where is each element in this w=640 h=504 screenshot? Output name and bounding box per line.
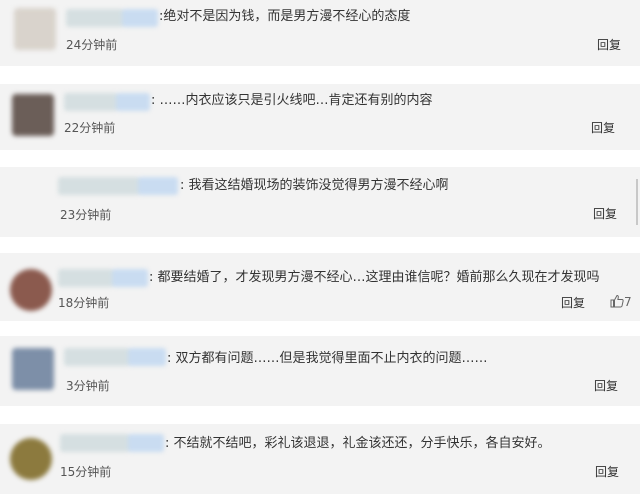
comment-card: : 不结就不结吧，彩礼该退退，礼金该还还，分手快乐，各自安好。 15分钟前 回复 — [0, 424, 640, 494]
username-blurred[interactable] — [60, 434, 164, 452]
reply-button[interactable]: 回复 — [561, 295, 585, 311]
like-count: 7 — [624, 295, 632, 309]
avatar[interactable] — [12, 348, 54, 390]
avatar[interactable] — [14, 8, 56, 50]
comment-card: : ……内衣应该只是引火线吧…肯定还有别的内容 22分钟前 回复 — [0, 84, 640, 150]
comment-text: : 我看这结婚现场的装饰没觉得男方漫不经心啊 — [180, 178, 449, 193]
comment-card: : 双方都有问题……但是我觉得里面不止内衣的问题…… 3分钟前 回复 — [0, 336, 640, 406]
avatar[interactable] — [12, 94, 54, 136]
comment-text: : 都要结婚了，才发现男方漫不经心…这理由谁信呢？婚前那么久现在才发现吗 — [149, 270, 600, 285]
comment-card: : 我看这结婚现场的装饰没觉得男方漫不经心啊 23分钟前 回复 — [0, 167, 640, 237]
username-blurred[interactable] — [58, 269, 148, 287]
comment-card: : 都要结婚了，才发现男方漫不经心…这理由谁信呢？婚前那么久现在才发现吗 18分… — [0, 253, 640, 321]
reply-button[interactable]: 回复 — [595, 464, 619, 480]
reply-button[interactable]: 回复 — [593, 206, 617, 222]
username-blurred[interactable] — [64, 93, 150, 111]
divider — [636, 179, 638, 225]
comment-time: 22分钟前 — [64, 121, 116, 135]
username-blurred[interactable] — [64, 348, 166, 366]
avatar[interactable] — [10, 438, 52, 480]
username-blurred[interactable] — [58, 177, 178, 195]
username-blurred[interactable] — [66, 9, 158, 27]
avatar[interactable] — [10, 269, 52, 311]
comment-time: 23分钟前 — [60, 208, 112, 222]
reply-button[interactable]: 回复 — [594, 378, 618, 394]
comment-text: : 不结就不结吧，彩礼该退退，礼金该还还，分手快乐，各自安好。 — [165, 436, 551, 451]
comment-text: : 双方都有问题……但是我觉得里面不止内衣的问题…… — [167, 351, 488, 366]
comment-text: :绝对不是因为钱，而是男方漫不经心的态度 — [159, 9, 411, 24]
comment-time: 24分钟前 — [66, 38, 118, 52]
comment-time: 18分钟前 — [58, 296, 110, 310]
like-button[interactable]: 7 — [610, 294, 632, 310]
comment-time: 15分钟前 — [60, 465, 112, 479]
comment-time: 3分钟前 — [66, 379, 110, 393]
reply-button[interactable]: 回复 — [597, 37, 621, 53]
thumbs-up-icon — [610, 294, 624, 308]
comment-text: : ……内衣应该只是引火线吧…肯定还有别的内容 — [151, 93, 433, 108]
comment-card: :绝对不是因为钱，而是男方漫不经心的态度 24分钟前 回复 — [0, 0, 640, 66]
reply-button[interactable]: 回复 — [591, 120, 615, 136]
